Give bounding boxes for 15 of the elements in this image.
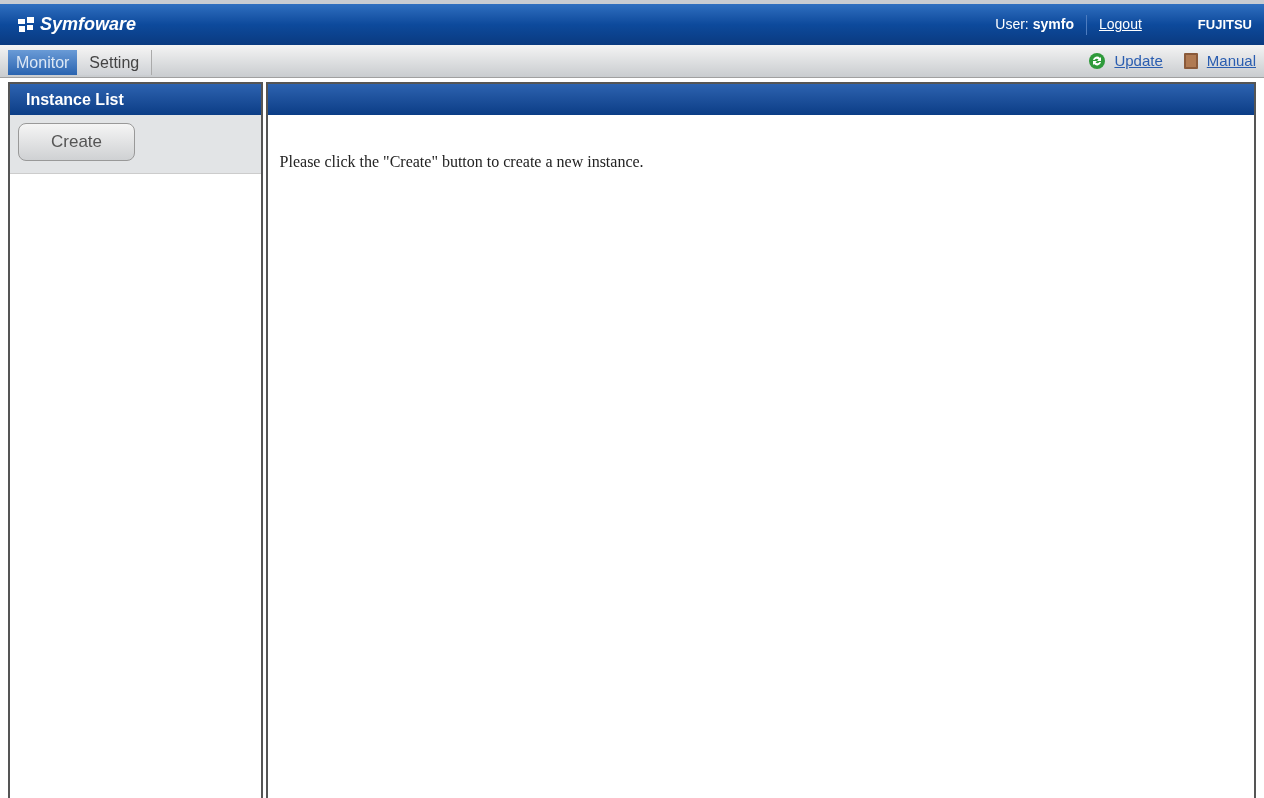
sidebar-title: Instance List [10,84,261,115]
product-name: Symfoware [40,13,137,36]
vendor-logo: FUJITSU [1197,15,1252,34]
toolbar-link[interactable]: Manual [1206,49,1256,72]
instruction-text: Please click the "Create" button to create a new instance. [278,152,645,172]
tab[interactable]: Setting [77,50,153,75]
logout-link[interactable]: Logout [1099,14,1142,35]
tab[interactable]: Monitor [8,50,78,75]
book-icon [1182,51,1199,70]
refresh-icon [1088,51,1107,70]
toolbar-link[interactable]: Update [1114,49,1163,72]
create-button[interactable]: Create [18,123,135,161]
logo-icon [16,15,36,34]
user-name: symfo [1032,15,1074,34]
user-label: User: [995,15,1029,34]
